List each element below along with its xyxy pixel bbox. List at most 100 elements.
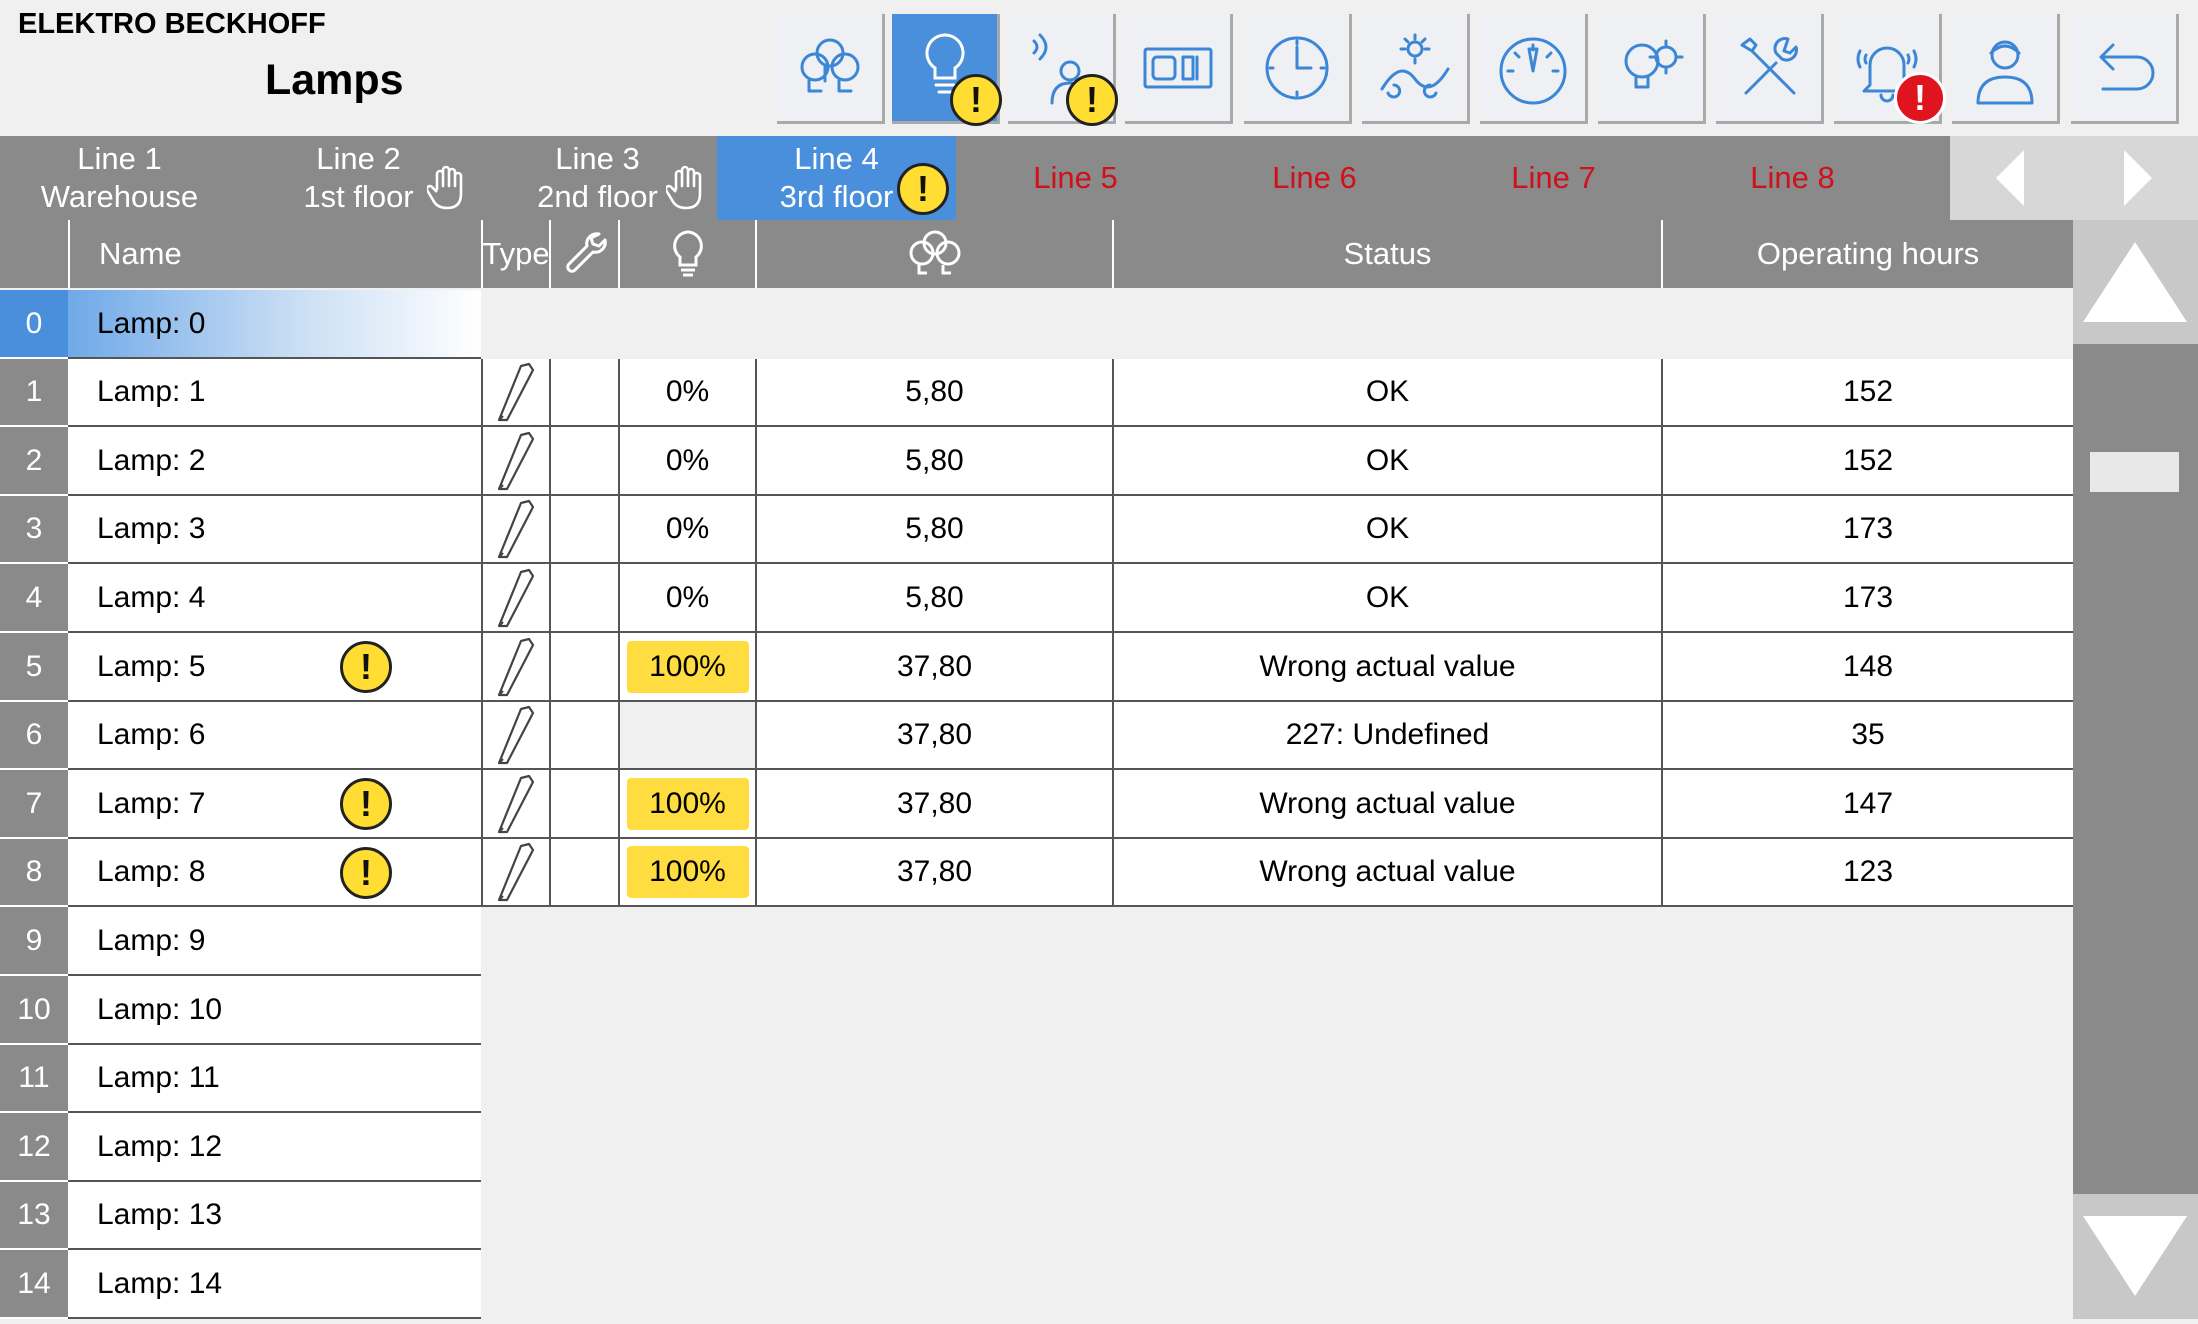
lamp-settings-icon [1624,39,1683,88]
tab-floor-label: 3rd floor [779,179,894,214]
table-row-name[interactable]: Lamp: 11 [68,1045,481,1113]
nav-button-daylight[interactable] [1362,14,1470,124]
power-value: 37,80 [896,786,973,820]
row-index: 4 [0,564,68,633]
tab-line-label: Line 6 [1272,160,1357,195]
scroll-up-button[interactable] [2073,220,2198,344]
tab-line-8[interactable]: Line 8 [1673,136,1912,220]
cell-type[interactable] [481,633,549,702]
lamp-type-icon [497,774,535,833]
cell-hours: 152 [1661,359,2073,427]
cell-type[interactable] [481,770,549,839]
table-row-name[interactable]: Lamp: 4 [68,564,481,633]
cell-power: 37,80 [755,839,1112,907]
dim-level-value: 100% [626,846,749,898]
cell-type[interactable] [481,839,549,907]
lamp-name: Lamp: 7 [97,786,206,820]
table-row-name[interactable]: Lamp: 5 [68,633,481,702]
cell-dim[interactable]: 0% [618,427,755,496]
lamp-group-icon [909,230,960,275]
cell-type[interactable] [481,564,549,633]
cell-type[interactable] [481,359,549,427]
table-row-name[interactable]: Lamp: 7 [68,770,481,839]
cell-dim[interactable]: 0% [618,496,755,564]
row-index: 3 [0,496,68,564]
cell-hours: 35 [1661,702,2073,770]
cell-dim[interactable]: 100% [618,839,755,907]
tab-prev-icon[interactable] [1988,148,2038,208]
cell-power: 5,80 [755,564,1112,633]
tab-line-7[interactable]: Line 7 [1434,136,1673,220]
tab-line-6[interactable]: Line 6 [1195,136,1434,220]
nav-button-speedometer[interactable] [1480,14,1588,124]
row-index: 5 [0,633,68,702]
nav-button-back[interactable] [2071,14,2179,124]
lamp-type-icon [497,362,535,422]
power-value: 5,80 [905,580,964,614]
cell-maint [549,496,618,564]
table-row-name[interactable]: Lamp: 1 [68,359,481,427]
bulb-icon [672,230,703,277]
row-index: 0 [0,290,68,359]
power-value: 5,80 [905,375,964,408]
hours-value: 123 [1842,855,1894,888]
cell-dim[interactable]: 0% [618,564,755,633]
cell-hours: 123 [1661,839,2073,907]
cell-type[interactable] [481,496,549,564]
row-index: 9 [0,907,68,976]
table-row-name[interactable]: Lamp: 14 [68,1250,481,1319]
status-value: OK [1365,443,1410,477]
cell-status: Wrong actual value [1112,839,1661,907]
table-row-name[interactable]: Lamp: 12 [68,1113,481,1182]
dim-level-value: 100% [626,640,749,693]
tab-line-1[interactable]: Line 1 Warehouse [0,136,239,220]
table-row-name[interactable]: Lamp: 10 [68,976,481,1045]
tab-line-label: Line 3 [555,141,640,176]
scroll-down-button[interactable] [2073,1194,2198,1319]
nav-button-user[interactable] [1952,14,2060,124]
tab-next-icon[interactable] [2110,148,2160,208]
nav-button-lamp-group[interactable] [777,14,885,124]
cell-dim[interactable] [618,702,755,770]
lamp-type-icon [497,637,535,696]
cell-dim[interactable]: 0% [618,359,755,427]
tab-floor-label: Warehouse [40,179,199,214]
nav-button-lamp-settings[interactable] [1598,14,1706,124]
table-row-name[interactable]: Lamp: 9 [68,907,481,976]
table-row-name[interactable]: Lamp: 0 [68,290,481,359]
status-value: Wrong actual value [1259,855,1516,888]
nav-button-switch-panel[interactable] [1125,14,1233,124]
tab-line-label: Line 1 [77,141,162,176]
dim-level-value: 0% [665,580,710,614]
row-index: 14 [0,1250,68,1319]
brand-name: ELEKTRO BECKHOFF [18,8,326,40]
table-row-name[interactable]: Lamp: 6 [68,702,481,770]
cell-type[interactable] [481,702,549,770]
row-index: 13 [0,1182,68,1250]
header-maintenance [549,220,618,288]
row-index: 1 [0,359,68,427]
table-row-name[interactable]: Lamp: 3 [68,496,481,564]
table-row-name[interactable]: Lamp: 8 [68,839,481,907]
nav-button-tools[interactable] [1716,14,1824,124]
row-index: 2 [0,427,68,496]
cell-hours: 147 [1661,770,2073,839]
header-status: Status [1112,220,1661,288]
cell-type[interactable] [481,427,549,496]
tab-line-5[interactable]: Line 5 [956,136,1195,220]
cell-power: 37,80 [755,702,1112,770]
lamp-name: Lamp: 3 [97,512,206,545]
cell-status: OK [1112,427,1661,496]
cell-power: 5,80 [755,496,1112,564]
table-row-name[interactable]: Lamp: 13 [68,1182,481,1250]
tab-line-label: Line 8 [1750,160,1835,195]
tab-line-label: Line 2 [316,141,401,176]
nav-button-clock[interactable] [1244,14,1352,124]
manual-override-hand-icon [427,165,463,210]
scroll-thumb[interactable] [2090,452,2179,492]
row-index: 6 [0,702,68,770]
cell-dim[interactable]: 100% [618,770,755,839]
warning-icon: ! [1066,74,1118,126]
cell-dim[interactable]: 100% [618,633,755,702]
table-row-name[interactable]: Lamp: 2 [68,427,481,496]
